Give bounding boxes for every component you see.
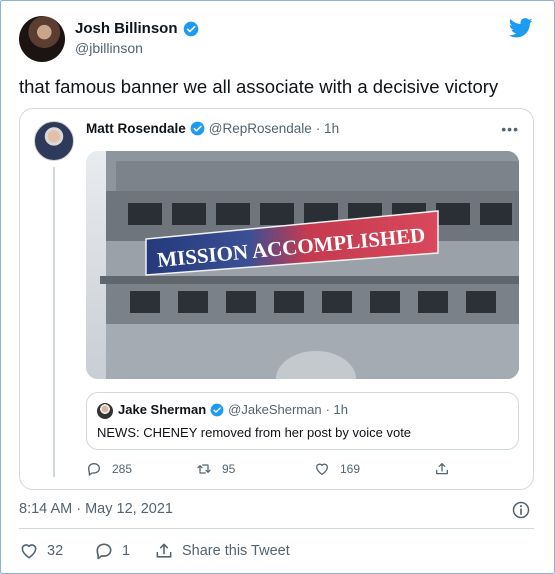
quoted-author-avatar[interactable] (34, 121, 74, 161)
heart-icon (316, 463, 328, 475)
reply-button[interactable]: 1 (94, 541, 130, 561)
reply-count: 285 (112, 462, 133, 476)
author-avatar[interactable] (19, 16, 65, 62)
quoted-author-name[interactable]: Matt Rosendale (86, 121, 186, 136)
tweet-timestamp[interactable]: 8:14 AM · May 12, 2021 (19, 501, 173, 517)
verified-badge-icon (190, 121, 205, 136)
info-icon[interactable] (511, 500, 531, 520)
author-handle[interactable]: @jbillinson (75, 40, 143, 56)
inner-quote-text: NEWS: CHENEY removed from her post by vo… (97, 425, 412, 440)
reply-action[interactable]: 285 (86, 461, 132, 477)
quoted-tweet-image[interactable]: MISSION ACCOMPLISHED (86, 151, 519, 379)
retweet-action[interactable]: 95 (196, 461, 235, 477)
share-icon (156, 543, 172, 558)
share-icon (436, 463, 448, 475)
inner-quote-handle[interactable]: @JakeSherman (228, 402, 321, 417)
divider (19, 528, 534, 529)
reply-icon (96, 543, 112, 560)
share-action[interactable] (434, 461, 450, 477)
tweet-text: that famous banner we all associate with… (19, 76, 499, 97)
like-action[interactable]: 169 (314, 461, 360, 477)
inner-quote-author-name[interactable]: Jake Sherman (118, 402, 206, 417)
inner-quote-avatar[interactable] (97, 403, 113, 419)
inner-quote-header: Jake Sherman @JakeSherman · 1h (118, 402, 348, 417)
retweet-count: 95 (222, 462, 236, 476)
retweet-icon (197, 464, 211, 474)
inner-quoted-tweet[interactable]: Jake Sherman @JakeSherman · 1h NEWS: CHE… (86, 392, 519, 450)
reply-icon (88, 463, 100, 476)
like-count: 32 (47, 543, 64, 559)
quoted-tweet-actions: 285 95 169 (86, 461, 486, 481)
twitter-bird-icon[interactable] (509, 18, 533, 38)
like-button[interactable]: 32 (19, 541, 63, 561)
reply-count: 1 (122, 543, 131, 559)
thread-line (53, 167, 55, 477)
like-count: 169 (340, 462, 361, 476)
author-name-row[interactable]: Josh Billinson (75, 20, 199, 37)
quoted-tweet-header: Matt Rosendale @RepRosendale · 1h (86, 121, 339, 136)
verified-badge-icon (183, 21, 198, 36)
verified-badge-icon (210, 403, 224, 416)
heart-icon (21, 544, 37, 559)
quoted-tweet-time[interactable]: · 1h (316, 121, 339, 136)
inner-quote-time[interactable]: · 1h (326, 402, 348, 417)
share-tweet-label: Share this Tweet (182, 543, 290, 559)
more-dots-icon[interactable]: ••• (501, 121, 519, 137)
author-name[interactable]: Josh Billinson (75, 20, 178, 37)
quoted-author-handle[interactable]: @RepRosendale (209, 121, 312, 136)
share-tweet-button[interactable]: Share this Tweet (154, 541, 290, 561)
quoted-tweet-card[interactable]: Matt Rosendale @RepRosendale · 1h ••• MI… (19, 108, 534, 490)
